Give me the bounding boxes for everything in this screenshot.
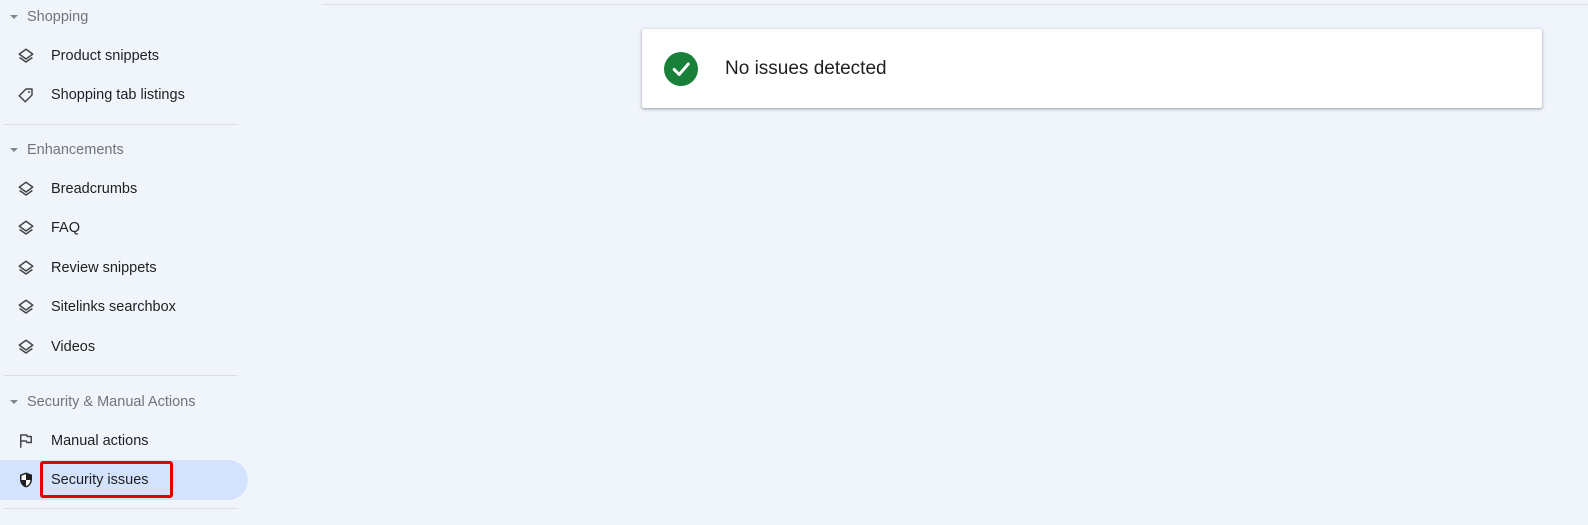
layers-icon: [16, 218, 36, 238]
sidebar-item-label: Breadcrumbs: [51, 181, 138, 197]
sidebar-item-label: Product snippets: [51, 48, 160, 64]
sidebar-item-shopping-tab-listings[interactable]: Shopping tab listings: [0, 75, 248, 115]
sidebar-item-label: Manual actions: [51, 433, 149, 449]
caret-down-icon: [10, 400, 18, 404]
section-title: Enhancements: [27, 142, 124, 158]
layers-icon: [16, 337, 36, 357]
shield-icon: [16, 470, 36, 490]
sidebar-item-product-snippets[interactable]: Product snippets: [0, 36, 248, 76]
sidebar-item-label: FAQ: [51, 220, 81, 236]
sidebar-item-security-issues[interactable]: Security issues: [0, 460, 248, 500]
sidebar-item-faq[interactable]: FAQ: [0, 208, 248, 248]
section-title: Shopping: [27, 9, 89, 25]
section-title: Security & Manual Actions: [27, 394, 196, 410]
caret-down-icon: [10, 148, 18, 152]
sidebar-nav: Shopping Product snippets Shopping tab l…: [0, 0, 256, 525]
section-divider: [4, 508, 237, 509]
header-divider: [323, 4, 1588, 5]
section-header-security-manual-actions[interactable]: Security & Manual Actions: [0, 390, 195, 414]
section-divider: [4, 124, 237, 125]
status-message: No issues detected: [725, 57, 887, 79]
sidebar-item-label: Shopping tab listings: [51, 87, 185, 103]
sidebar-item-label: Review snippets: [51, 260, 157, 276]
check-circle-icon: [664, 51, 698, 86]
status-card: No issues detected: [642, 29, 1542, 108]
layers-icon: [16, 46, 36, 66]
section-header-shopping[interactable]: Shopping: [0, 5, 88, 29]
sidebar-item-label: Security issues: [51, 472, 149, 488]
sidebar-item-review-snippets[interactable]: Review snippets: [0, 248, 248, 288]
layers-icon: [16, 297, 36, 317]
sidebar-item-label: Sitelinks searchbox: [51, 299, 176, 315]
sidebar-item-breadcrumbs[interactable]: Breadcrumbs: [0, 169, 248, 209]
layers-icon: [16, 258, 36, 278]
section-divider: [4, 375, 237, 376]
layers-icon: [16, 179, 36, 199]
tag-icon: [16, 85, 36, 105]
caret-down-icon: [10, 15, 18, 19]
sidebar-item-label: Videos: [51, 339, 96, 355]
sidebar-item-videos[interactable]: Videos: [0, 327, 248, 367]
sidebar-item-manual-actions[interactable]: Manual actions: [0, 421, 248, 461]
section-header-enhancements[interactable]: Enhancements: [0, 138, 124, 162]
flag-icon: [16, 431, 36, 451]
sidebar-item-sitelinks-searchbox[interactable]: Sitelinks searchbox: [0, 287, 248, 327]
